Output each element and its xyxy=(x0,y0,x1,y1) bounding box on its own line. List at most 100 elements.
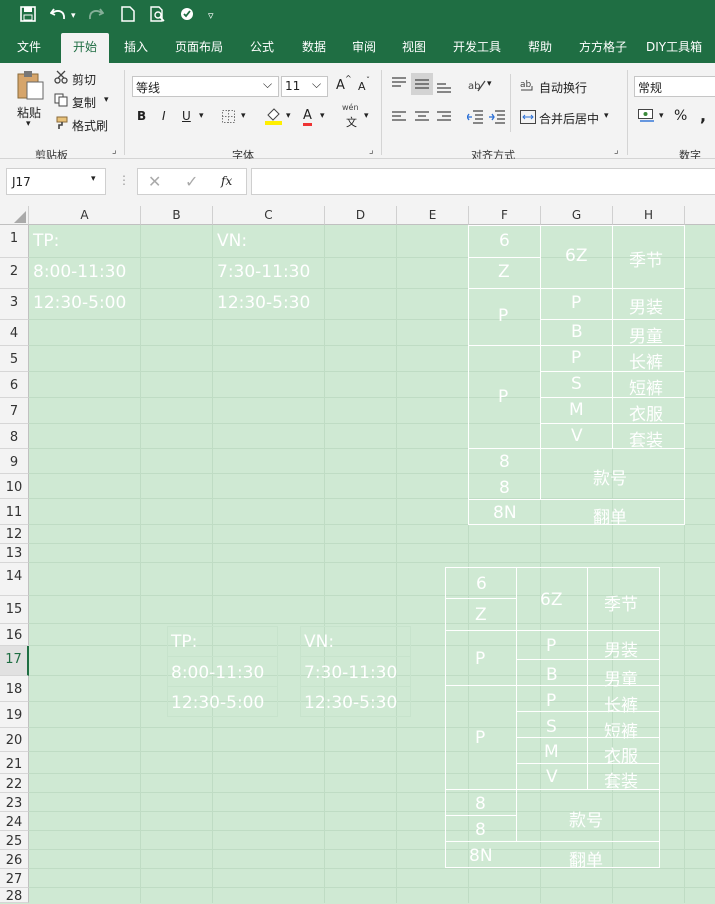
column-header-e[interactable]: E xyxy=(397,206,469,225)
cell-h4[interactable]: 男童 xyxy=(629,322,663,347)
row-header[interactable]: 28 xyxy=(0,888,29,904)
font-size-select[interactable]: 11 ⌵ xyxy=(281,76,328,97)
comma-button[interactable]: , xyxy=(700,106,706,125)
cell-f10[interactable]: 8 xyxy=(499,478,510,498)
row-header[interactable]: 19 xyxy=(0,702,29,728)
cell-a2[interactable]: 8:00-11:30 xyxy=(33,262,126,282)
cell-f1[interactable]: 6 xyxy=(499,231,510,251)
italic-button[interactable]: I xyxy=(162,109,166,123)
copy-dropdown-icon[interactable]: ▾ xyxy=(104,95,109,105)
column-header-g[interactable]: G xyxy=(541,206,613,225)
format-painter-icon[interactable] xyxy=(54,116,68,133)
phonetic-dropdown-icon[interactable]: ▾ xyxy=(364,111,369,121)
align-middle-icon[interactable] xyxy=(411,73,433,95)
enter-icon[interactable]: ✓ xyxy=(185,172,198,191)
row-header[interactable]: 13 xyxy=(0,544,29,563)
row-header[interactable]: 11 xyxy=(0,499,29,525)
row-header[interactable]: 7 xyxy=(0,398,29,424)
cell-h5[interactable]: 长裤 xyxy=(629,348,663,373)
bold-button[interactable]: B xyxy=(137,109,146,123)
row-header[interactable]: 10 xyxy=(0,474,29,499)
phonetic-icon[interactable]: wén xyxy=(342,103,359,112)
tab-page-layout[interactable]: 页面布局 xyxy=(166,33,232,63)
row-header[interactable]: 24 xyxy=(0,812,29,831)
cell-g7[interactable]: M xyxy=(569,400,584,420)
merge-center-icon[interactable] xyxy=(520,110,536,127)
touch-mode-icon[interactable] xyxy=(178,6,196,27)
insert-function-icon[interactable]: fx xyxy=(221,174,232,188)
cell-f3[interactable]: P xyxy=(498,306,508,326)
redo-icon[interactable] xyxy=(86,6,105,27)
row-header[interactable]: 21 xyxy=(0,752,29,774)
row-header[interactable]: 23 xyxy=(0,793,29,812)
column-header-i[interactable] xyxy=(685,206,715,225)
row-header-active[interactable]: 17 xyxy=(0,646,29,676)
orientation-dropdown-icon[interactable]: ▾ xyxy=(487,79,492,89)
cell-h7[interactable]: 衣服 xyxy=(629,400,663,425)
tab-help[interactable]: 帮助 xyxy=(518,33,562,63)
cell-f11[interactable]: 8N xyxy=(493,503,517,523)
cell-c3[interactable]: 12:30-5:30 xyxy=(217,293,310,313)
cut-button[interactable]: 剪切 xyxy=(72,71,96,88)
row-header[interactable]: 14 xyxy=(0,563,29,596)
name-box-dropdown-icon[interactable]: ▾ xyxy=(91,174,96,184)
font-color-dropdown-icon[interactable]: ▾ xyxy=(320,111,325,121)
row-header[interactable]: 6 xyxy=(0,372,29,398)
cell-g3[interactable]: P xyxy=(571,293,581,313)
grow-font-icon[interactable]: A xyxy=(336,78,345,93)
row-header[interactable]: 9 xyxy=(0,449,29,474)
row-header[interactable]: 15 xyxy=(0,596,29,624)
customize-icon[interactable]: ▿ xyxy=(208,6,214,26)
undo-icon[interactable] xyxy=(49,6,68,27)
cell-g6[interactable]: S xyxy=(571,374,582,394)
underline-button[interactable]: U xyxy=(182,109,191,123)
cancel-icon[interactable]: ✕ xyxy=(148,172,161,191)
align-top-icon[interactable] xyxy=(392,77,406,92)
print-preview-icon[interactable] xyxy=(150,6,166,27)
tab-fangfang[interactable]: 方方格子 xyxy=(570,33,636,63)
copy-button[interactable]: 复制 xyxy=(72,94,96,111)
new-icon[interactable] xyxy=(121,6,135,27)
cell-g4[interactable]: B xyxy=(571,322,583,342)
cell-h3[interactable]: 男装 xyxy=(629,293,663,318)
column-header-b[interactable]: B xyxy=(141,206,213,225)
tab-developer[interactable]: 开发工具 xyxy=(444,33,510,63)
row-header[interactable]: 12 xyxy=(0,525,29,544)
row-header[interactable]: 20 xyxy=(0,728,29,752)
column-header-f[interactable]: F xyxy=(469,206,541,225)
border-icon[interactable] xyxy=(222,110,235,126)
font-name-select[interactable]: 等线 ⌵ xyxy=(132,76,279,97)
tab-data[interactable]: 数据 xyxy=(292,33,336,63)
accounting-format-icon[interactable] xyxy=(638,109,656,126)
wrap-text-button[interactable]: 自动换行 xyxy=(539,79,587,96)
tab-formulas[interactable]: 公式 xyxy=(240,33,284,63)
tab-file[interactable]: 文件 xyxy=(6,33,52,63)
undo-dropdown-icon[interactable]: ▾ xyxy=(71,6,76,26)
fill-color-icon[interactable] xyxy=(265,107,282,128)
align-center-icon[interactable] xyxy=(415,111,429,126)
row-header[interactable]: 8 xyxy=(0,424,29,449)
tab-insert[interactable]: 插入 xyxy=(114,33,158,63)
row-header[interactable]: 2 xyxy=(0,258,29,289)
row-header[interactable]: 25 xyxy=(0,831,29,850)
cell-g11[interactable]: 翻单 xyxy=(593,503,627,528)
copy-icon[interactable] xyxy=(54,93,68,110)
column-header-c[interactable]: C xyxy=(213,206,325,225)
column-header-h[interactable]: H xyxy=(613,206,685,225)
tab-home[interactable]: 开始 xyxy=(61,33,109,63)
cell-g8[interactable]: V xyxy=(571,426,583,446)
cell-c2[interactable]: 7:30-11:30 xyxy=(217,262,310,282)
select-all-corner[interactable] xyxy=(0,206,29,225)
tab-view[interactable]: 视图 xyxy=(392,33,436,63)
decrease-indent-icon[interactable] xyxy=(466,110,483,127)
tab-diy-toolbox[interactable]: DIY工具箱 xyxy=(646,33,715,63)
tab-review[interactable]: 审阅 xyxy=(342,33,386,63)
row-header[interactable]: 16 xyxy=(0,624,29,646)
font-launcher-icon[interactable]: ⌟ xyxy=(369,145,374,156)
align-bottom-icon[interactable] xyxy=(437,81,451,96)
merge-dropdown-icon[interactable]: ▾ xyxy=(604,111,609,121)
percent-button[interactable]: % xyxy=(674,108,687,124)
paste-dropdown-icon[interactable]: ▾ xyxy=(26,119,31,129)
cell-h8[interactable]: 套装 xyxy=(629,426,663,451)
row-header[interactable]: 27 xyxy=(0,869,29,888)
